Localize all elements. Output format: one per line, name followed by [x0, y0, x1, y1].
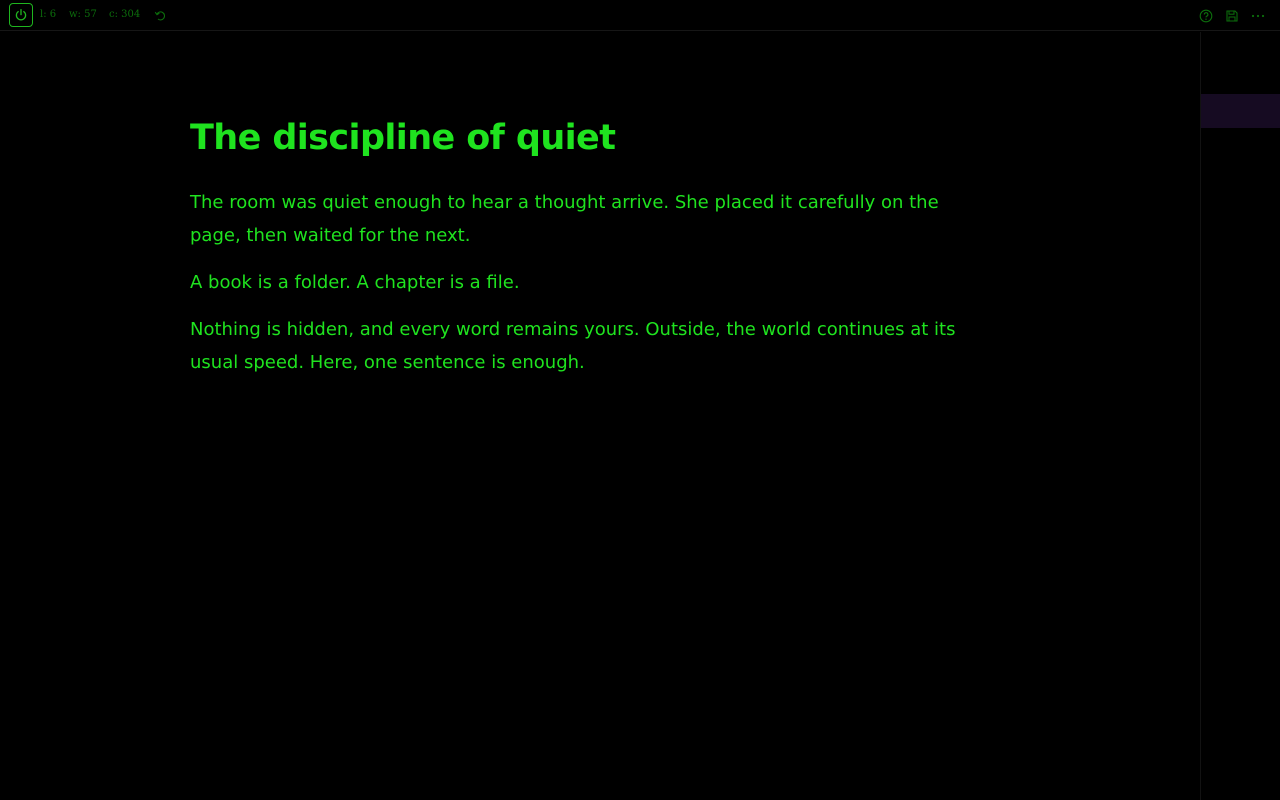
top-toolbar: l: 6 w: 57 c: 304 — [0, 0, 1280, 31]
right-sidebar — [1200, 32, 1280, 800]
save-icon — [1226, 10, 1238, 22]
word-count: w: 57 — [69, 9, 97, 20]
line-count: l: 6 — [40, 9, 57, 20]
undo-button[interactable] — [153, 8, 167, 22]
character-count: c: 304 — [109, 9, 141, 20]
power-icon — [15, 8, 27, 21]
sidebar-active-item[interactable] — [1201, 94, 1280, 128]
paragraph[interactable]: The room was quiet enough to hear a thou… — [190, 186, 990, 252]
save-button[interactable] — [1225, 8, 1239, 22]
power-button[interactable] — [9, 3, 33, 27]
help-icon — [1199, 9, 1213, 23]
editor-window: l: 6 w: 57 c: 304 The discipline of quie… — [0, 0, 1280, 800]
document-title[interactable]: The discipline of quiet — [190, 110, 990, 166]
paragraph[interactable]: Nothing is hidden, and every word remain… — [190, 313, 990, 379]
paragraph[interactable]: A book is a folder. A chapter is a file. — [190, 266, 990, 299]
more-button[interactable] — [1250, 8, 1266, 22]
undo-icon — [154, 11, 165, 21]
help-button[interactable] — [1199, 8, 1213, 23]
more-icon — [1251, 14, 1265, 18]
document-editor[interactable]: The discipline of quiet The room was qui… — [190, 110, 990, 379]
